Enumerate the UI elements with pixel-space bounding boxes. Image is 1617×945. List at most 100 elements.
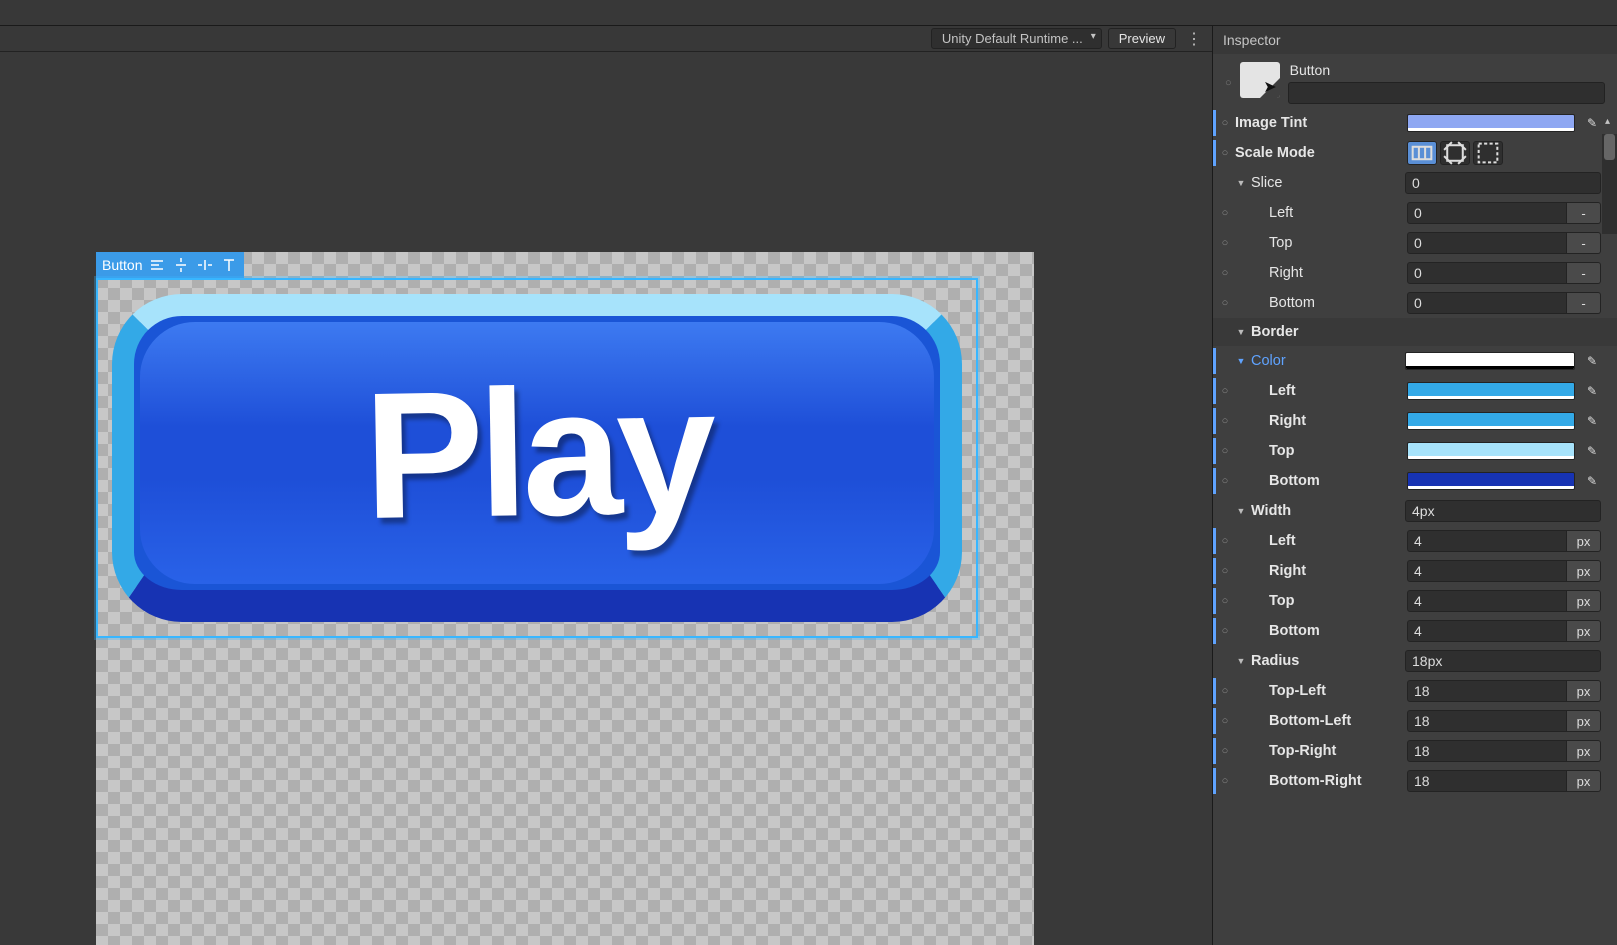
eyedropper-icon[interactable]: ✎ (1583, 352, 1601, 370)
row-radius-tr: ○ Top-Right 18px (1213, 736, 1617, 766)
border-color-bottom-swatch[interactable] (1407, 472, 1575, 490)
align-left-icon[interactable] (148, 256, 166, 274)
border-color-left-swatch[interactable] (1407, 382, 1575, 400)
override-indicator[interactable]: ○ (1219, 297, 1231, 309)
override-indicator[interactable]: ○ (1219, 475, 1231, 487)
override-indicator[interactable]: ○ (1219, 117, 1231, 129)
radius-bl-unit[interactable]: px (1567, 710, 1601, 732)
selection-label: Button (102, 257, 142, 273)
slice-left-label: Left (1235, 205, 1403, 221)
radius-tr-field[interactable]: 18 (1407, 740, 1567, 762)
radius-bl-field[interactable]: 18 (1407, 710, 1567, 732)
radius-tl-field[interactable]: 18 (1407, 680, 1567, 702)
slice-left-unit[interactable]: - (1567, 202, 1601, 224)
radius-tl-unit[interactable]: px (1567, 680, 1601, 702)
override-indicator[interactable]: ○ (1219, 237, 1231, 249)
text-tool-icon[interactable] (220, 256, 238, 274)
row-border-width-left: ○ Left 4px (1213, 526, 1617, 556)
eyedropper-icon[interactable]: ✎ (1583, 472, 1601, 490)
width-top-label: Top (1235, 593, 1403, 609)
eyedropper-icon[interactable]: ✎ (1583, 382, 1601, 400)
border-radius-field[interactable]: 18px (1405, 650, 1601, 672)
slice-bottom-field[interactable]: 0 (1407, 292, 1567, 314)
override-indicator[interactable]: ○ (1219, 207, 1231, 219)
slice-label: Slice (1251, 175, 1401, 191)
align-vertical-icon[interactable] (172, 256, 190, 274)
row-border-width-right: ○ Right 4px (1213, 556, 1617, 586)
override-indicator[interactable]: ○ (1219, 535, 1231, 547)
eyedropper-icon[interactable]: ✎ (1583, 412, 1601, 430)
width-right-unit[interactable]: px (1567, 560, 1601, 582)
play-button-element[interactable]: Play (112, 294, 962, 622)
radius-tl-label: Top-Left (1235, 683, 1403, 699)
slice-bottom-unit[interactable]: - (1567, 292, 1601, 314)
radius-tr-unit[interactable]: px (1567, 740, 1601, 762)
border-color-top-swatch[interactable] (1407, 442, 1575, 460)
element-name-field[interactable] (1288, 82, 1605, 104)
border-color-bottom-label: Bottom (1235, 473, 1403, 489)
slice-field[interactable]: 0 (1405, 172, 1601, 194)
border-width-label: Width (1251, 503, 1401, 519)
slice-right-label: Right (1235, 265, 1403, 281)
foldout-icon[interactable]: ▼ (1235, 178, 1247, 188)
width-right-label: Right (1235, 563, 1403, 579)
preview-button[interactable]: Preview (1108, 28, 1176, 49)
border-color-left-label: Left (1235, 383, 1403, 399)
override-indicator[interactable]: ○ (1219, 745, 1231, 757)
viewport[interactable]: Button Play (0, 52, 1212, 945)
border-color-right-swatch[interactable] (1407, 412, 1575, 430)
eyedropper-icon[interactable]: ✎ (1583, 442, 1601, 460)
override-indicator[interactable]: ○ (1219, 625, 1231, 637)
override-indicator[interactable]: ○ (1225, 77, 1232, 89)
slice-top-field[interactable]: 0 (1407, 232, 1567, 254)
selection-outline[interactable]: Play (96, 278, 978, 638)
width-bottom-field[interactable]: 4 (1407, 620, 1567, 642)
slice-top-unit[interactable]: - (1567, 232, 1601, 254)
scale-mode-crop[interactable] (1440, 141, 1470, 165)
override-indicator[interactable]: ○ (1219, 685, 1231, 697)
width-bottom-unit[interactable]: px (1567, 620, 1601, 642)
override-indicator[interactable]: ○ (1219, 385, 1231, 397)
row-slice-left: ○ Left 0- (1213, 198, 1617, 228)
scale-mode-fit[interactable] (1473, 141, 1503, 165)
override-indicator[interactable]: ○ (1219, 445, 1231, 457)
border-color-right-label: Right (1235, 413, 1403, 429)
width-top-unit[interactable]: px (1567, 590, 1601, 612)
slice-bottom-label: Bottom (1235, 295, 1403, 311)
row-radius-br: ○ Bottom-Right 18px (1213, 766, 1617, 796)
override-indicator[interactable]: ○ (1219, 267, 1231, 279)
radius-br-field[interactable]: 18 (1407, 770, 1567, 792)
slice-right-unit[interactable]: - (1567, 262, 1601, 284)
eyedropper-icon[interactable]: ✎ (1583, 114, 1601, 132)
width-left-field[interactable]: 4 (1407, 530, 1567, 552)
foldout-icon[interactable]: ▼ (1235, 327, 1247, 337)
runtime-dropdown[interactable]: Unity Default Runtime ... (931, 28, 1102, 49)
radius-br-unit[interactable]: px (1567, 770, 1601, 792)
viewport-menu-icon[interactable]: ⋮ (1182, 29, 1206, 49)
width-right-field[interactable]: 4 (1407, 560, 1567, 582)
width-left-label: Left (1235, 533, 1403, 549)
width-left-unit[interactable]: px (1567, 530, 1601, 552)
foldout-icon[interactable]: ▼ (1235, 356, 1247, 366)
border-width-field[interactable]: 4px (1405, 500, 1601, 522)
radius-br-label: Bottom-Right (1235, 773, 1403, 789)
foldout-icon[interactable]: ▼ (1235, 656, 1247, 666)
override-indicator[interactable]: ○ (1219, 775, 1231, 787)
selection-header[interactable]: Button (96, 252, 244, 278)
image-tint-swatch[interactable] (1407, 114, 1575, 132)
row-slice: ○ ▼ Slice 0 (1213, 168, 1617, 198)
slice-right-field[interactable]: 0 (1407, 262, 1567, 284)
override-indicator[interactable]: ○ (1219, 565, 1231, 577)
row-slice-right: ○ Right 0- (1213, 258, 1617, 288)
slice-top-label: Top (1235, 235, 1403, 251)
override-indicator[interactable]: ○ (1219, 595, 1231, 607)
foldout-icon[interactable]: ▼ (1235, 506, 1247, 516)
scale-mode-stretch[interactable] (1407, 141, 1437, 165)
slice-left-field[interactable]: 0 (1407, 202, 1567, 224)
width-top-field[interactable]: 4 (1407, 590, 1567, 612)
override-indicator[interactable]: ○ (1219, 415, 1231, 427)
override-indicator[interactable]: ○ (1219, 715, 1231, 727)
align-horizontal-icon[interactable] (196, 256, 214, 274)
border-color-swatch[interactable] (1405, 352, 1575, 370)
override-indicator[interactable]: ○ (1219, 147, 1231, 159)
